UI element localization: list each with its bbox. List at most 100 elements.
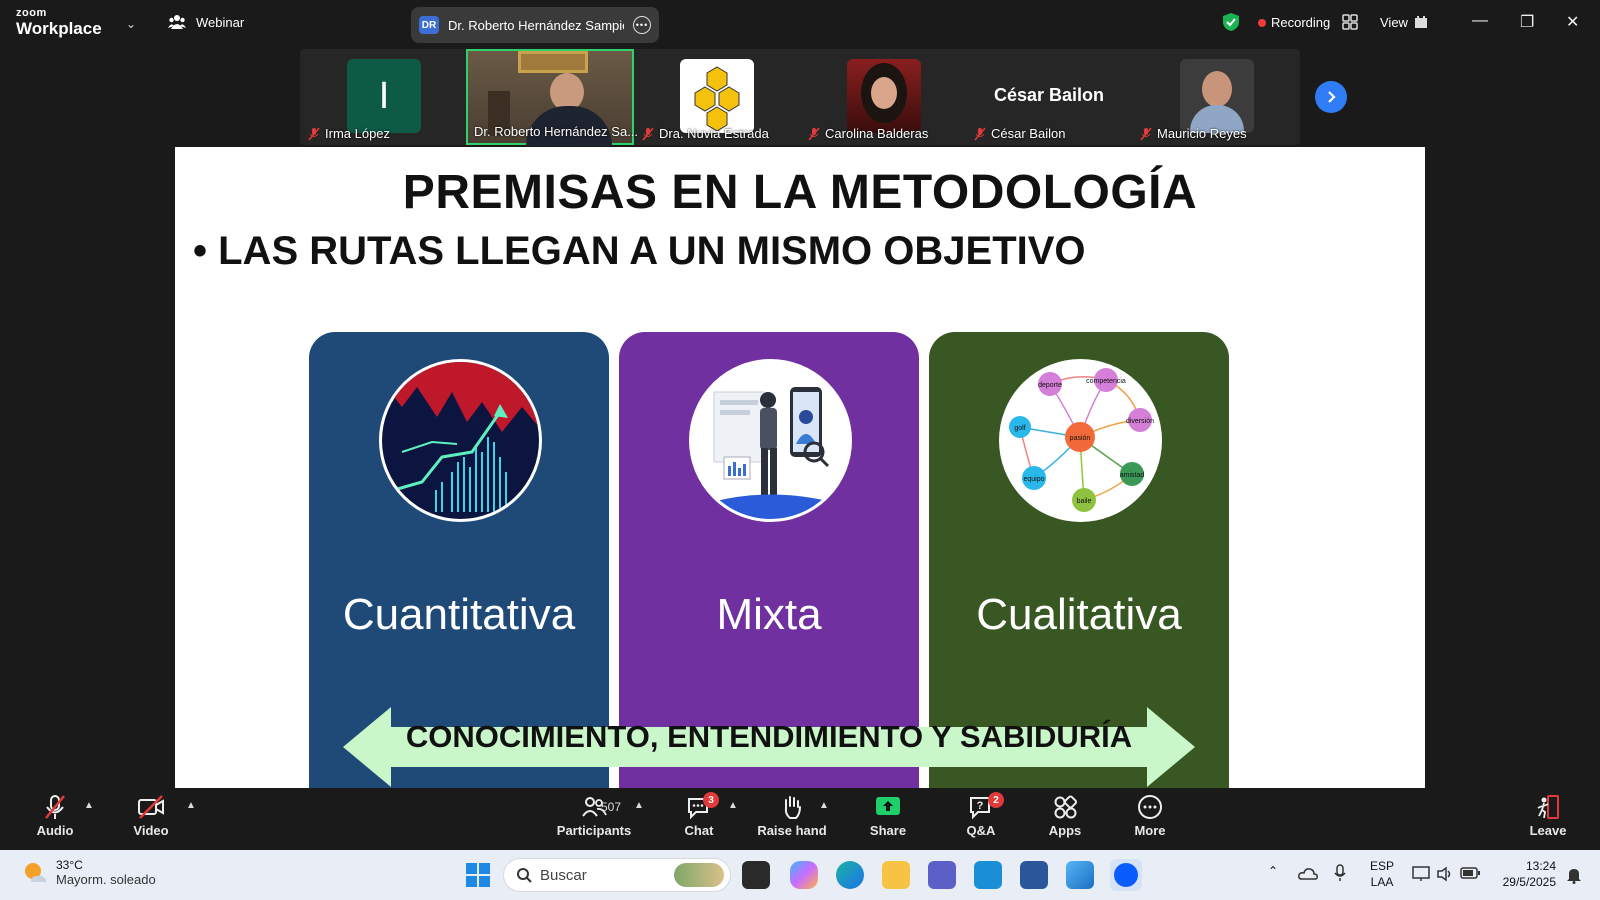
- node-label: amistad: [1120, 472, 1145, 479]
- file-explorer-icon[interactable]: [882, 861, 910, 889]
- word-icon[interactable]: [1020, 861, 1048, 889]
- chat-options-caret-icon[interactable]: ▲: [728, 800, 738, 811]
- photos-icon[interactable]: [1066, 861, 1094, 889]
- clock-time: 13:24: [1525, 859, 1556, 873]
- video-frame-decoration: [518, 51, 588, 73]
- video-button[interactable]: Video: [111, 794, 191, 838]
- next-page-button[interactable]: [1315, 81, 1347, 113]
- participant-tile[interactable]: I Irma López: [300, 49, 466, 145]
- qa-unread-badge: 2: [988, 792, 1004, 808]
- audio-options-caret-icon[interactable]: ▲: [84, 800, 94, 811]
- volume-icon[interactable]: [1436, 866, 1454, 882]
- search-highlight-image: [674, 863, 724, 887]
- windows-taskbar: 33°C Mayorm. soleado Buscar ⌃ ESP LAA 13…: [0, 850, 1600, 900]
- participant-name: Mauricio Reyes: [1157, 126, 1247, 141]
- battery-icon[interactable]: [1460, 867, 1480, 879]
- participants-label: Participants: [556, 823, 632, 838]
- notification-bell-icon[interactable]: [1566, 866, 1582, 884]
- reactions-caret-icon[interactable]: ▲: [819, 800, 829, 811]
- weather-description: Mayorm. soleado: [56, 872, 156, 887]
- clock-date: 29/5/2025: [1502, 875, 1556, 889]
- tray-chevron-up-icon[interactable]: ⌃: [1268, 864, 1278, 878]
- slide-title: PREMISAS EN LA METODOLOGÍA: [402, 166, 1198, 219]
- recording-indicator[interactable]: Recording: [1258, 15, 1330, 30]
- input-language[interactable]: ESP LAA: [1370, 858, 1394, 890]
- gallery-grid-icon[interactable]: [1342, 14, 1358, 30]
- share-label: Share: [869, 823, 907, 838]
- qa-button[interactable]: ? Q&A 2: [941, 792, 1021, 838]
- onedrive-cloud-icon[interactable]: [1298, 866, 1318, 880]
- audio-button[interactable]: Audio: [15, 794, 95, 838]
- mic-muted-icon: [45, 795, 65, 819]
- stock-chart-image: [379, 359, 542, 522]
- teams-icon[interactable]: [928, 861, 956, 889]
- copilot-icon[interactable]: [790, 861, 818, 889]
- recording-dot-icon: [1258, 18, 1266, 27]
- view-button[interactable]: View: [1380, 15, 1428, 30]
- store-icon[interactable]: [974, 861, 1002, 889]
- taskbar-search-input[interactable]: Buscar: [503, 858, 731, 892]
- apps-icon: [1054, 795, 1078, 819]
- chat-button[interactable]: Chat 3: [659, 792, 739, 838]
- network-diagram-icon: deporte competencia diversión pasión gol…: [1002, 362, 1159, 519]
- minimize-icon[interactable]: —: [1472, 12, 1488, 30]
- security-shield-icon[interactable]: [1222, 12, 1240, 32]
- node-label: competencia: [1086, 378, 1126, 385]
- participants-button[interactable]: Participants: [544, 794, 644, 838]
- meeting-controls-bar: Audio ▲ Video ▲ Participants 507 ▲ Chat …: [0, 788, 1600, 850]
- financial-chart-icon: [382, 362, 539, 519]
- zoom-app-icon[interactable]: [1110, 859, 1142, 891]
- node-label: diversión: [1126, 418, 1154, 425]
- avatar: [847, 59, 921, 133]
- participant-tile[interactable]: Dra. Nuvia Estrada: [634, 49, 800, 145]
- video-options-caret-icon[interactable]: ▲: [186, 800, 196, 811]
- meeting-info-pill[interactable]: DR Dr. Roberto Hernández Sampieri' •••: [411, 7, 659, 43]
- node-label: deporte: [1038, 382, 1062, 389]
- recording-label: Recording: [1271, 15, 1331, 30]
- video-off-icon: [138, 795, 164, 819]
- weather-widget[interactable]: 33°C Mayorm. soleado: [22, 858, 156, 887]
- task-view-icon[interactable]: [742, 861, 770, 889]
- system-clock[interactable]: 13:24 29/5/2025: [1496, 858, 1556, 890]
- participant-tile[interactable]: Carolina Balderas: [800, 49, 966, 145]
- webinar-indicator: Webinar: [168, 14, 244, 30]
- participant-tile[interactable]: César Bailon César Bailon: [966, 49, 1132, 145]
- apps-label: Apps: [1048, 823, 1082, 838]
- active-speaker-tile[interactable]: Dr. Roberto Hernández Sa...: [466, 49, 638, 146]
- network-icon[interactable]: [1412, 866, 1430, 882]
- view-label: View: [1380, 15, 1408, 30]
- share-button[interactable]: Share: [848, 794, 928, 838]
- logo-top-text: zoom: [16, 7, 47, 19]
- microphone-icon[interactable]: [1334, 864, 1346, 882]
- bullet-dot: •: [193, 229, 219, 273]
- host-avatar-badge: DR: [419, 16, 439, 34]
- raise-hand-label: Raise hand: [757, 823, 827, 838]
- restore-icon[interactable]: ❐: [1520, 12, 1534, 32]
- mixed-research-image: [689, 359, 852, 522]
- honeycomb-logo-icon: [694, 66, 740, 132]
- apps-button[interactable]: Apps: [1025, 794, 1105, 838]
- sun-cloud-icon: [25, 862, 47, 882]
- title-bar: zoom Workplace ⌄ Webinar DR Dr. Roberto …: [0, 0, 1600, 46]
- participant-name: Dra. Nuvia Estrada: [659, 126, 769, 141]
- mic-muted-icon: [642, 127, 654, 140]
- node-label: baile: [1077, 498, 1092, 505]
- windows-start-icon[interactable]: [464, 861, 492, 889]
- calendar-view-icon: [1414, 16, 1427, 28]
- participant-tile[interactable]: Mauricio Reyes: [1132, 49, 1300, 145]
- more-options-icon[interactable]: •••: [633, 16, 651, 34]
- slide-bullet: • LAS RUTAS LLEGAN A UN MISMO OBJETIVO: [193, 229, 1086, 274]
- person-phone-illustration-icon: [692, 362, 849, 519]
- close-icon[interactable]: ✕: [1566, 12, 1579, 32]
- video-label: Video: [133, 823, 169, 838]
- edge-browser-icon[interactable]: [836, 861, 864, 889]
- chevron-down-icon[interactable]: ⌄: [126, 17, 136, 31]
- more-button[interactable]: More: [1110, 794, 1190, 838]
- arrow-caption: CONOCIMIENTO, ENTENDIMIENTO Y SABIDURÍA: [405, 719, 1133, 754]
- participants-options-caret-icon[interactable]: ▲: [634, 800, 644, 811]
- leave-door-icon: [1537, 795, 1559, 819]
- zoom-workplace-logo[interactable]: zoom Workplace: [16, 7, 102, 38]
- leave-button[interactable]: Leave: [1508, 794, 1588, 838]
- participant-name: Carolina Balderas: [825, 126, 929, 141]
- svg-text:?: ?: [977, 800, 984, 812]
